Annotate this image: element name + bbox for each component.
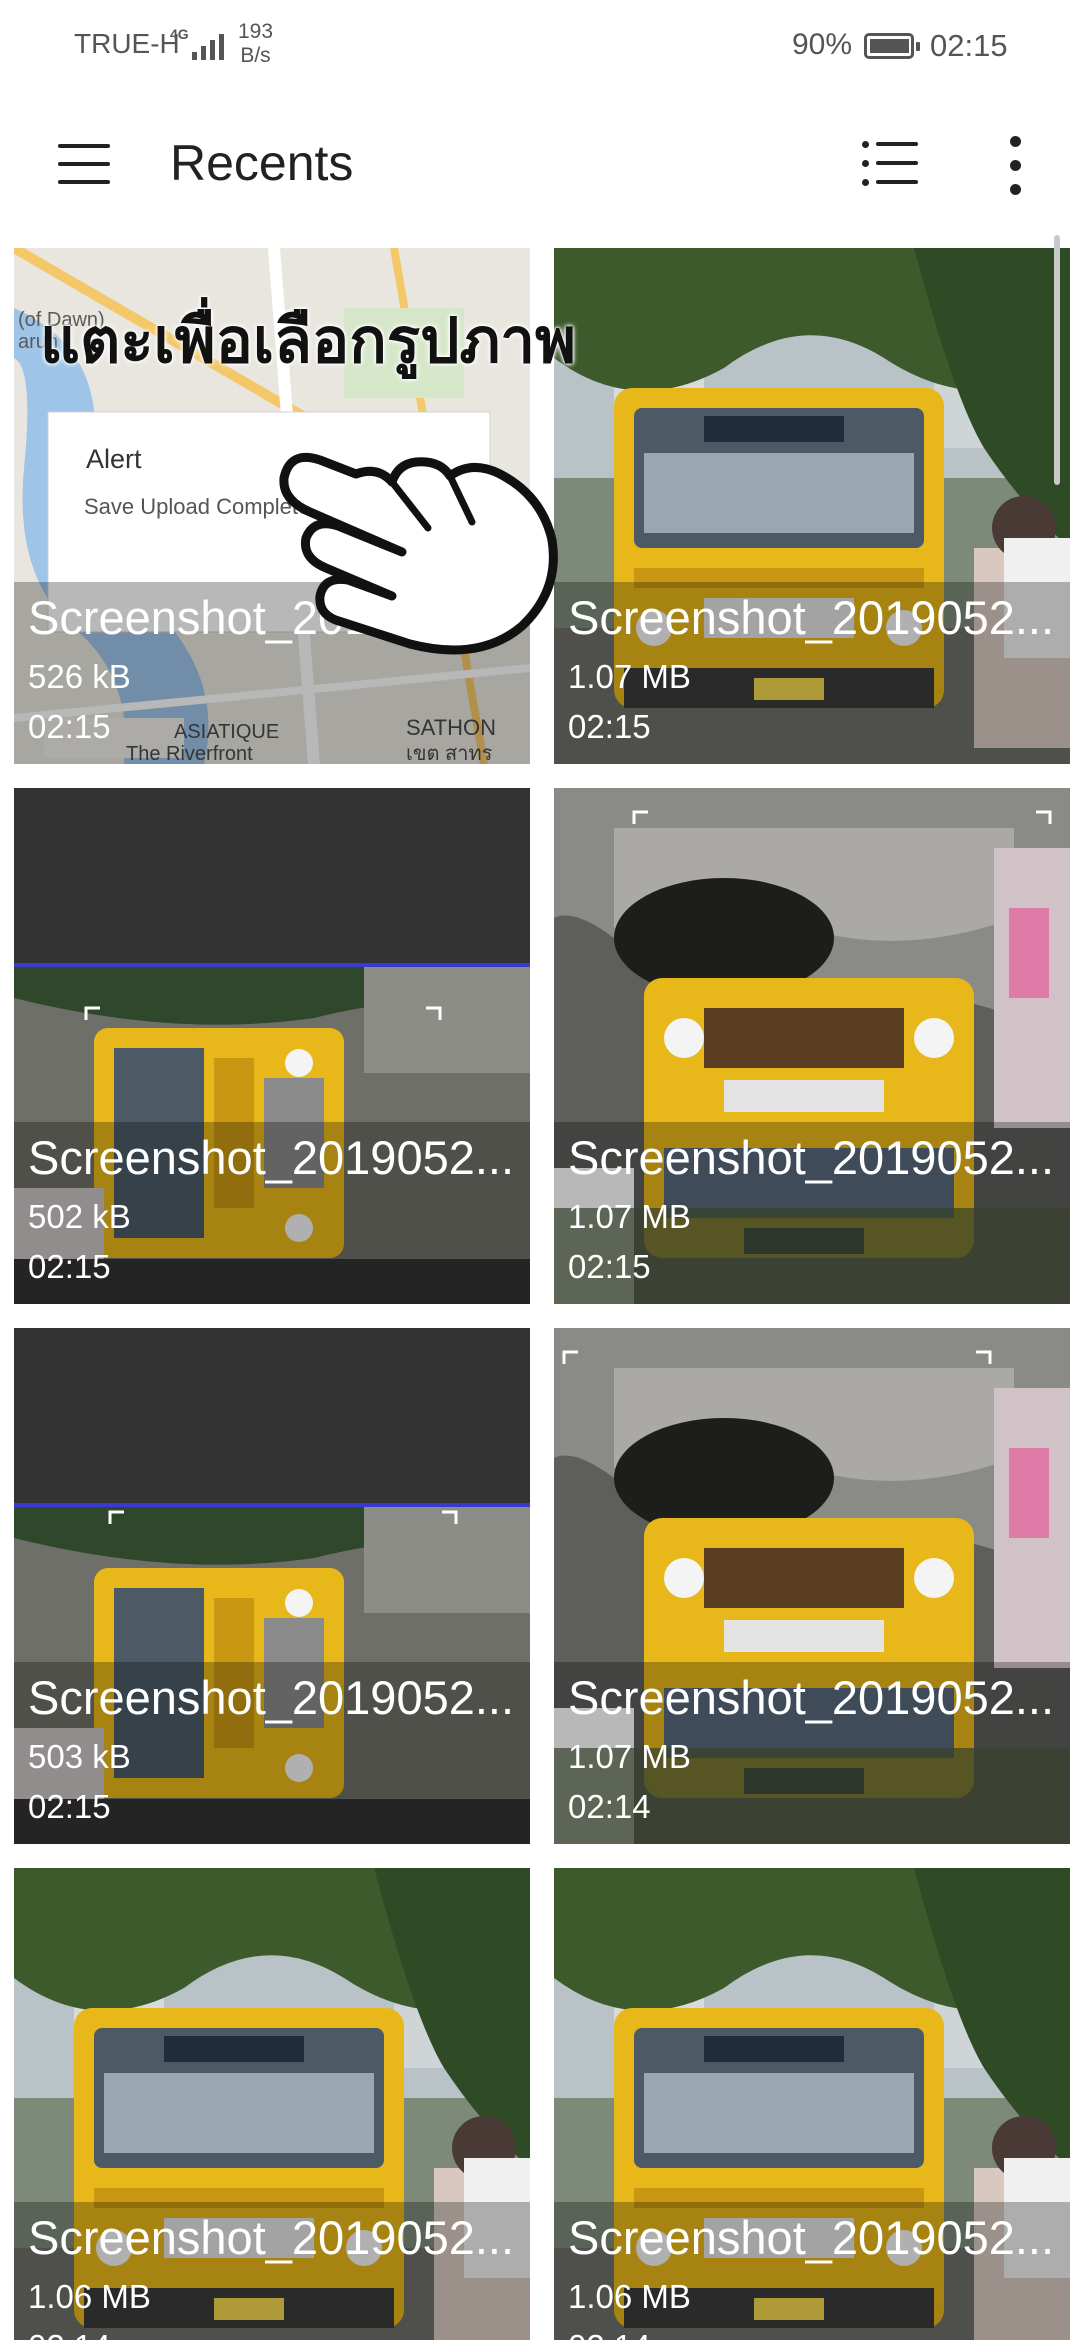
tutorial-hint: แตะเพื่อเลือกรูปภาพ xyxy=(40,307,576,376)
image-time: 02:15 xyxy=(28,1788,111,1825)
image-tile[interactable]: Screenshot_2019052... 1.06 MB 02:14 xyxy=(554,1868,1070,2340)
image-time: 02:15 xyxy=(568,708,651,745)
image-time: 02:14 xyxy=(568,1788,651,1825)
image-time: 02:15 xyxy=(28,708,111,745)
app-toolbar: Recents xyxy=(0,90,1080,240)
image-name: Screenshot_2019052... xyxy=(568,2211,1055,2264)
alert-title: Alert xyxy=(86,444,142,474)
status-bar: TRUE-H 4G 193 B/s 90% 02:15 xyxy=(0,0,1080,90)
image-time: 02:14 xyxy=(28,2328,111,2340)
image-caption: Screenshot_2019052... 1.07 MB 02:15 xyxy=(554,1122,1070,1304)
image-caption: Screenshot_2019052... 1.06 MB 02:14 xyxy=(14,2202,530,2340)
image-size: 526 kB xyxy=(28,658,131,695)
signal-icon xyxy=(192,30,224,60)
image-tile[interactable]: Screenshot_2019052... 1.07 MB 02:15 xyxy=(554,248,1070,764)
image-size: 503 kB xyxy=(28,1738,131,1775)
image-caption: Screenshot_2019052... 502 kB 02:15 xyxy=(14,1122,530,1304)
image-caption: Screenshot_2019052... 1.06 MB 02:14 xyxy=(554,2202,1070,2340)
image-tile[interactable]: Screenshot_2019052... 1.07 MB 02:15 xyxy=(554,788,1070,1304)
image-time: 02:15 xyxy=(28,1248,111,1285)
image-size: 1.07 MB xyxy=(568,1738,691,1775)
image-name: Screenshot_2019052... xyxy=(568,1671,1055,1724)
image-tile[interactable]: Screenshot_2019052... 1.06 MB 02:14 xyxy=(14,1868,530,2340)
network-speed: 193 B/s xyxy=(238,20,273,68)
image-name: Screenshot_2019052... xyxy=(28,1131,515,1184)
status-clock: 02:15 xyxy=(930,28,1008,63)
image-name: Screenshot_2019052... xyxy=(28,2211,515,2264)
image-size: 1.07 MB xyxy=(568,1198,691,1235)
battery-icon xyxy=(864,33,920,59)
carrier-name: TRUE-H xyxy=(74,28,180,59)
image-caption: Screenshot_2019052... 1.07 MB 02:15 xyxy=(554,582,1070,764)
image-tile[interactable]: Screenshot_2019052... 502 kB 02:15 xyxy=(14,788,530,1304)
scroll-indicator[interactable] xyxy=(1054,235,1060,485)
image-caption: Screenshot_2019052... 503 kB 02:15 xyxy=(14,1662,530,1844)
image-size: 502 kB xyxy=(28,1198,131,1235)
image-time: 02:14 xyxy=(568,2328,651,2340)
battery-percent: 90% xyxy=(792,28,853,61)
image-size: 1.07 MB xyxy=(568,658,691,695)
page-title: Recents xyxy=(170,135,354,191)
network-speed-unit: B/s xyxy=(240,44,271,67)
image-name: Screenshot_2019052... xyxy=(28,1671,515,1724)
image-tile[interactable]: Screenshot_2019052... 503 kB 02:15 xyxy=(14,1328,530,1844)
image-time: 02:15 xyxy=(568,1248,651,1285)
list-view-icon[interactable] xyxy=(856,136,928,192)
image-size: 1.06 MB xyxy=(568,2278,691,2315)
image-name: Screenshot_2019052... xyxy=(568,591,1055,644)
more-vert-icon[interactable] xyxy=(998,132,1034,202)
network-type: 4G xyxy=(170,26,189,42)
image-name: Screenshot_2019052... xyxy=(568,1131,1055,1184)
network-speed-value: 193 xyxy=(238,20,274,43)
tap-hand-icon xyxy=(279,452,558,655)
image-tile[interactable]: Screenshot_2019052... 1.07 MB 02:14 xyxy=(554,1328,1070,1844)
image-caption: Screenshot_2019052... 1.07 MB 02:14 xyxy=(554,1662,1070,1844)
menu-icon[interactable] xyxy=(52,136,118,192)
image-size: 1.06 MB xyxy=(28,2278,151,2315)
